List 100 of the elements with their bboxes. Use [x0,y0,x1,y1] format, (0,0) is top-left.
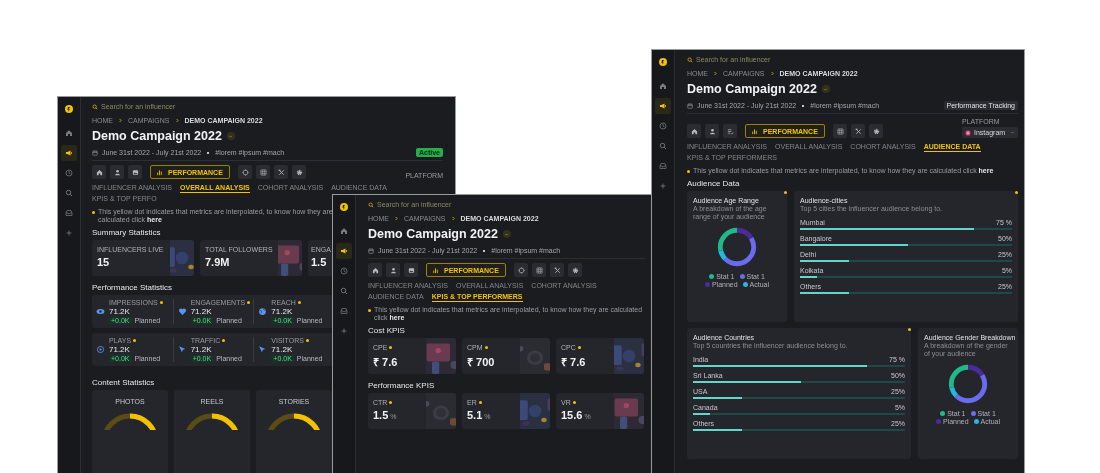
bar-chart-icon [432,266,439,274]
caret-icon [504,231,510,237]
clock-icon [340,267,348,275]
indicator-dot [92,211,95,214]
stat-value: ₹ 700 [467,355,495,369]
stat-value: 5.1 [467,409,483,421]
cursor-icon [177,345,187,354]
chevron-icon [174,118,180,123]
section-title: Performance KPIS [368,381,435,390]
clock-icon [659,122,667,130]
toolbar-button[interactable] [110,165,124,179]
expand-button[interactable] [226,132,235,140]
caret-icon [823,86,829,92]
indicator-dot [368,309,371,312]
donut-chart [946,362,990,406]
image-icon [407,266,415,274]
heart-icon [177,307,187,316]
home-icon [690,127,698,135]
stat-value: 7.9M [205,256,230,268]
toolbar-button[interactable] [723,124,737,138]
play-icon [96,345,105,354]
home-icon [340,227,348,235]
home-icon [659,82,667,90]
expand-button[interactable] [821,85,830,93]
toolbar-button[interactable] [869,124,883,138]
section-title: Cost KPIS [368,326,405,335]
home-icon [65,129,73,137]
nav-button[interactable] [336,243,352,259]
nav-button[interactable] [61,145,77,161]
toolbar-button[interactable] [705,124,719,138]
search-icon [687,56,693,63]
home-icon [371,266,379,274]
bar-chart-icon [156,168,163,176]
toolbar-button[interactable] [568,263,582,277]
stat-value: 15.6 [561,409,583,421]
inbox-icon [65,209,73,217]
campaign-title: Demo Campaign 2022 [687,82,817,96]
chevron-icon [713,71,718,76]
bar-chart-icon [751,127,758,135]
eye-icon [96,307,105,316]
section-title: Audience Data [687,179,740,188]
nav-button[interactable] [655,98,671,114]
toolbar-button[interactable] [687,124,701,138]
settings-icon [571,266,579,274]
section-title: Summary Statistics [92,228,161,237]
search-icon [65,189,73,197]
toolbar-button[interactable] [550,263,564,277]
table-icon [535,266,543,274]
stat-value: ₹ 7.6 [561,355,586,369]
clock-icon [65,169,73,177]
toolbar-button[interactable] [238,165,252,179]
toolbar-button[interactable] [514,263,528,277]
table-icon [836,127,844,135]
search-icon [368,201,374,208]
checklist-icon [726,127,734,135]
target-icon [517,266,525,274]
calendar-icon [687,102,693,109]
bullet-icon [802,104,805,107]
metric-value: 71.2K [109,345,131,354]
caret-icon [228,133,234,139]
toolbar-button[interactable] [851,124,865,138]
toolbar-button[interactable] [368,263,382,277]
stat-value: 15 [97,256,110,268]
toolbar-button[interactable] [292,165,306,179]
toolbar-button[interactable] [128,165,142,179]
target-icon [241,168,249,176]
toolbar-button[interactable] [404,263,418,277]
image-icon [131,168,139,176]
megaphone-icon [65,149,73,157]
plus-icon [340,327,348,335]
section-title: Content Statistics [92,378,155,387]
toolbar-button[interactable] [274,165,288,179]
stat-value: 1.5 [311,256,327,268]
stat-value: 1.5 [373,409,389,421]
chevron-icon [394,216,399,221]
logo-icon[interactable] [340,203,348,211]
toolbar-button[interactable] [92,165,106,179]
chevron-icon [450,216,456,221]
inbox-icon [340,307,348,315]
campaign-title: Demo Campaign 2022 [92,129,222,143]
megaphone-icon [659,102,667,110]
caret-icon [1010,130,1015,135]
metric-value: 71.2K [190,307,213,316]
plus-icon [659,182,667,190]
bullet-icon [483,249,486,252]
table-icon [259,168,267,176]
megaphone-icon [340,247,348,255]
toolbar-button[interactable] [386,263,400,277]
logo-icon[interactable] [659,58,667,66]
person-icon [708,127,716,135]
expand-button[interactable] [502,230,511,238]
toolbar-button[interactable] [256,165,270,179]
toolbar-button[interactable] [833,124,847,138]
search-icon [659,142,667,150]
toolbar-button[interactable] [532,263,546,277]
home-icon [95,168,103,176]
logo-icon[interactable] [65,105,73,113]
section-title: Performance Statistics [92,283,173,292]
search-icon [92,103,98,110]
search-icon [340,287,348,295]
